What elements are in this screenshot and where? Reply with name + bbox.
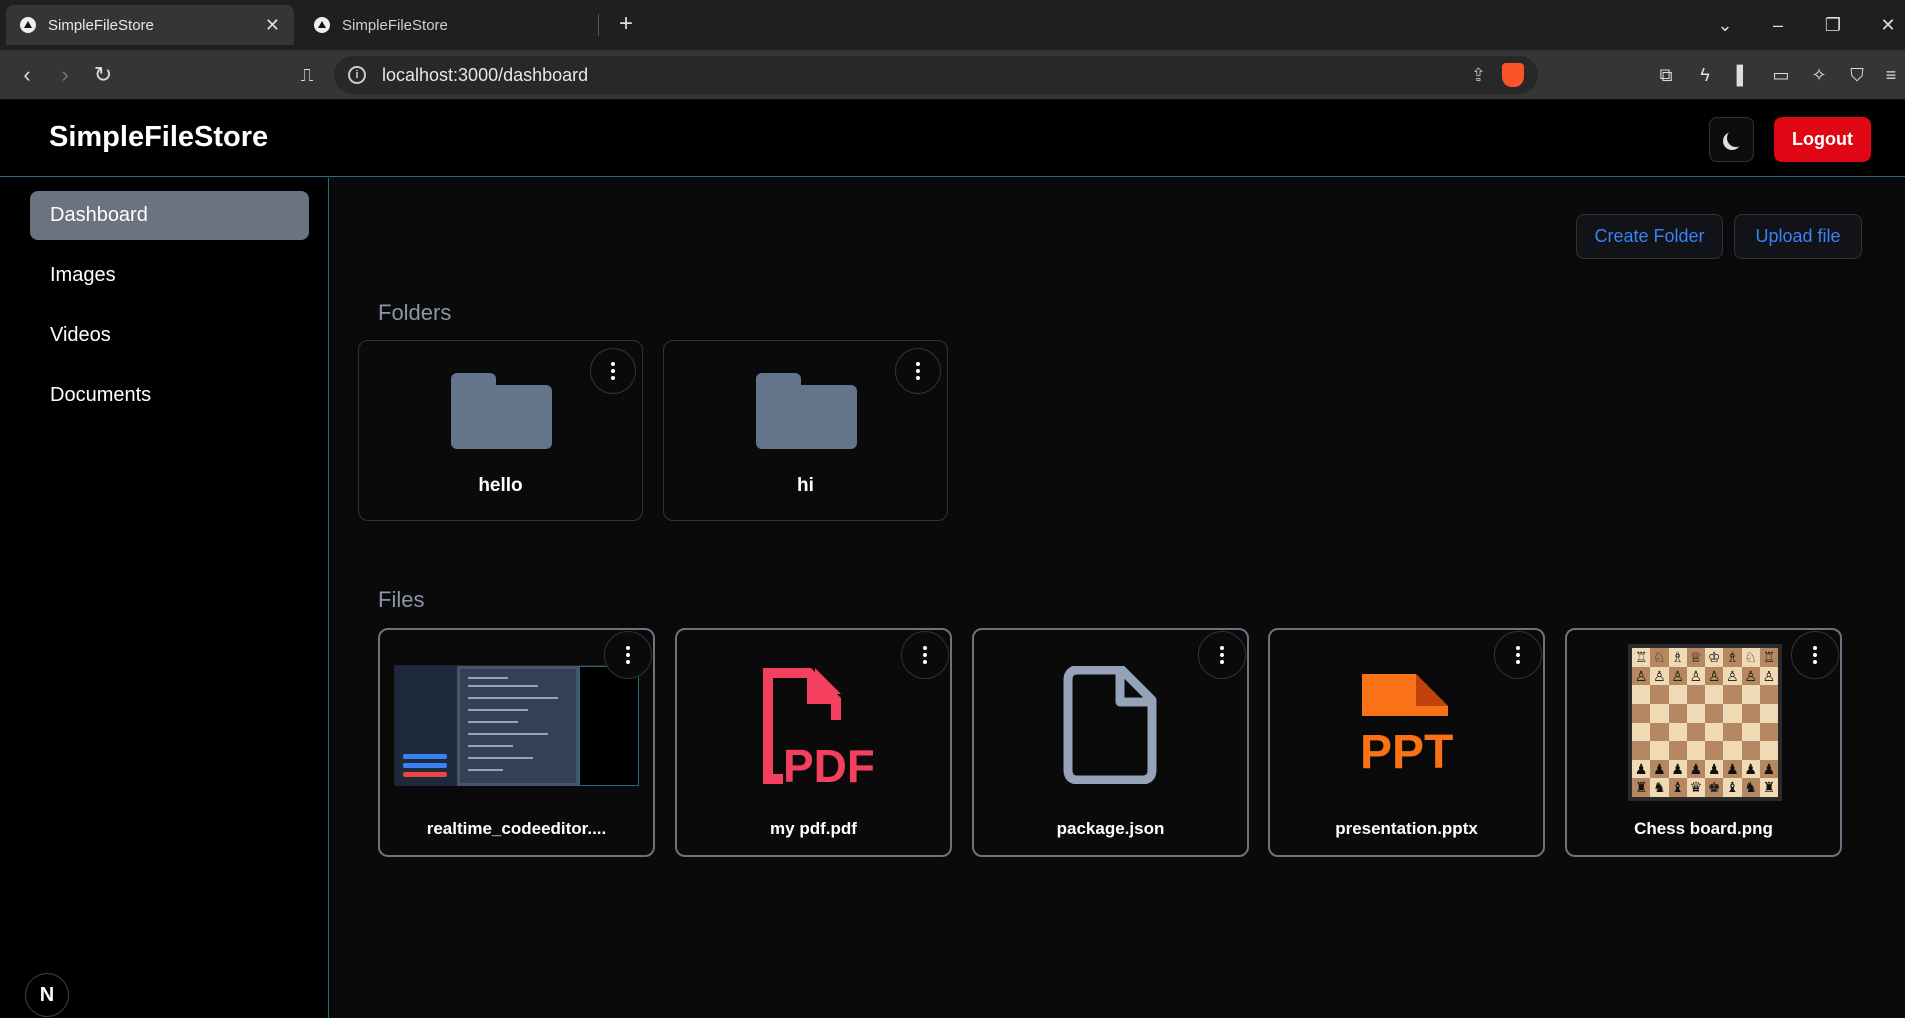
folder-card[interactable]: hello bbox=[358, 340, 643, 521]
window-close-icon[interactable]: ✕ bbox=[1873, 10, 1903, 40]
folder-card[interactable]: hi bbox=[663, 340, 948, 521]
bookmark-icon[interactable]: ⎍ bbox=[292, 60, 322, 90]
file-name: presentation.pptx bbox=[1335, 819, 1478, 838]
ppt-icon: PPT bbox=[1360, 674, 1453, 774]
sidebar-item-documents[interactable]: Documents bbox=[30, 371, 309, 420]
share-icon[interactable]: ⇪ bbox=[1471, 65, 1486, 86]
address-bar[interactable]: i localhost:3000/dashboard ⇪ bbox=[334, 56, 1538, 94]
main-content: Create Folder Upload file Folders hello … bbox=[330, 178, 1905, 1018]
folder-icon bbox=[756, 373, 857, 449]
ai-sparkle-icon[interactable]: ✧ bbox=[1806, 62, 1832, 88]
logout-button[interactable]: Logout bbox=[1774, 117, 1871, 162]
tab-divider bbox=[598, 14, 599, 36]
more-options-icon[interactable] bbox=[1494, 631, 1542, 679]
browser-tabbar: SimpleFileStore ✕ SimpleFileStore + ⌄ – … bbox=[0, 0, 1905, 50]
more-options-icon[interactable] bbox=[1198, 631, 1246, 679]
file-card[interactable]: PPT presentation.pptx bbox=[1268, 628, 1545, 857]
browser-tab[interactable]: SimpleFileStore bbox=[300, 5, 598, 45]
browser-tab-active[interactable]: SimpleFileStore ✕ bbox=[6, 5, 294, 45]
theme-toggle-button[interactable] bbox=[1709, 117, 1754, 162]
more-options-icon[interactable] bbox=[895, 348, 941, 394]
site-info-icon[interactable]: i bbox=[348, 66, 366, 84]
file-card[interactable]: realtime_codeeditor.... bbox=[378, 628, 655, 857]
sidebar-item-dashboard[interactable]: Dashboard bbox=[30, 191, 309, 240]
file-name: Chess board.png bbox=[1634, 819, 1773, 838]
nextjs-badge[interactable]: N bbox=[25, 973, 69, 1017]
sidebar-item-videos[interactable]: Videos bbox=[30, 311, 309, 360]
reload-icon[interactable]: ↻ bbox=[88, 60, 118, 90]
brand-title[interactable]: SimpleFileStore bbox=[49, 121, 268, 154]
image-thumbnail: ♖ ♘ ♗ ♕ ♔ ♗ ♘ ♖ ♙ ♙ ♙ ♙ ♙ ♙ ♙ ♙ ♟ ♟ ♟ ♟ ♟ ♟ ♟ ♟ ♜ ♞ ♝ ♛ ♚ ♝ ♞ ♜ bbox=[1628, 644, 1782, 801]
file-card[interactable]: ♖ ♘ ♗ ♕ ♔ ♗ ♘ ♖ ♙ ♙ ♙ ♙ ♙ ♙ ♙ ♙ ♟ ♟ ♟ ♟ ♟ ♟ ♟ ♟ ♜ ♞ ♝ ♛ ♚ ♝ ♞ ♜ Chess b… bbox=[1565, 628, 1842, 857]
file-name: package.json bbox=[1056, 819, 1165, 838]
url-text[interactable]: localhost:3000/dashboard bbox=[382, 65, 1471, 86]
favicon-icon bbox=[314, 17, 330, 33]
leo-icon[interactable]: ϟ bbox=[1692, 62, 1718, 88]
favicon-icon bbox=[20, 17, 36, 33]
forward-icon[interactable]: › bbox=[50, 60, 80, 90]
minimize-icon[interactable]: – bbox=[1763, 10, 1793, 40]
sidebar: Dashboard Images Videos Documents N bbox=[0, 178, 329, 1018]
files-heading: Files bbox=[378, 587, 425, 612]
file-name: realtime_codeeditor.... bbox=[426, 819, 607, 838]
file-name: my pdf.pdf bbox=[770, 819, 857, 838]
new-tab-icon[interactable]: + bbox=[612, 10, 640, 38]
file-card[interactable]: package.json bbox=[972, 628, 1249, 857]
file-card[interactable]: PDF my pdf.pdf bbox=[675, 628, 952, 857]
back-icon[interactable]: ‹ bbox=[12, 60, 42, 90]
more-options-icon[interactable] bbox=[604, 631, 652, 679]
folder-icon bbox=[451, 373, 552, 449]
browser-toolbar: ‹ › ↻ ⎍ i localhost:3000/dashboard ⇪ ⧉ ϟ… bbox=[0, 50, 1905, 100]
create-folder-button[interactable]: Create Folder bbox=[1576, 214, 1723, 259]
tab-search-icon[interactable]: ⌄ bbox=[1710, 10, 1740, 40]
pdf-icon-text: PDF bbox=[783, 740, 873, 790]
more-options-icon[interactable] bbox=[590, 348, 636, 394]
app-header: SimpleFileStore Logout bbox=[0, 100, 1905, 177]
vpn-shield-icon[interactable]: ⛉ bbox=[1844, 62, 1870, 88]
moon-icon bbox=[1727, 129, 1745, 147]
upload-file-button[interactable]: Upload file bbox=[1734, 214, 1862, 259]
ppt-icon-text: PPT bbox=[1360, 726, 1453, 774]
folder-name: hello bbox=[478, 475, 523, 496]
sidebar-toggle-icon[interactable]: ▌ bbox=[1730, 62, 1756, 88]
folders-heading: Folders bbox=[378, 300, 452, 325]
folder-name: hi bbox=[797, 475, 814, 496]
tab-title: SimpleFileStore bbox=[342, 16, 448, 34]
extensions-icon[interactable]: ⧉ bbox=[1653, 62, 1679, 88]
pdf-icon: PDF bbox=[763, 668, 873, 790]
wallet-icon[interactable]: ▭ bbox=[1768, 62, 1794, 88]
image-thumbnail bbox=[394, 665, 639, 786]
file-icon bbox=[1063, 666, 1157, 784]
restore-icon[interactable]: ❐ bbox=[1818, 10, 1848, 40]
menu-icon[interactable]: ≡ bbox=[1878, 62, 1904, 88]
sidebar-item-images[interactable]: Images bbox=[30, 251, 309, 300]
tab-title: SimpleFileStore bbox=[48, 16, 154, 34]
more-options-icon[interactable] bbox=[901, 631, 949, 679]
tab-close-icon[interactable]: ✕ bbox=[265, 15, 280, 36]
more-options-icon[interactable] bbox=[1791, 631, 1839, 679]
brave-shields-icon[interactable] bbox=[1502, 63, 1524, 87]
